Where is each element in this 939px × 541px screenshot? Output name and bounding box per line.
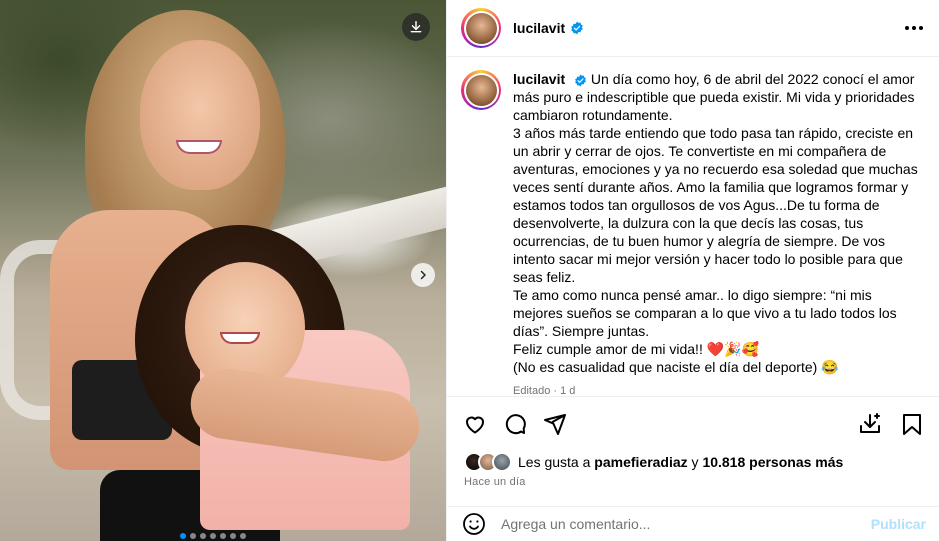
caption-paragraph-1: lucilavit Un día como hoy, 6 de abril de…: [513, 70, 924, 124]
action-bar-right: [856, 410, 926, 438]
emoji-button[interactable]: [461, 511, 487, 537]
caption-text: lucilavit Un día como hoy, 6 de abril de…: [513, 70, 924, 396]
download-button[interactable]: [402, 13, 430, 41]
more-dot: [905, 26, 909, 30]
caption-paragraph-2: 3 años más tarde entiendo que todo pasa …: [513, 125, 918, 285]
post-time[interactable]: Hace un día: [464, 476, 526, 488]
save-to-collection-button[interactable]: [856, 410, 884, 438]
liker-avatar: [492, 452, 512, 472]
instagram-post: lucilavit lucilavit Un día como hoy, 6 d…: [0, 0, 939, 541]
comment-bar: Publicar: [447, 506, 939, 541]
likes-user[interactable]: pamefieradiaz: [594, 454, 687, 470]
caption-avatar[interactable]: [461, 70, 501, 396]
more-dot: [919, 26, 923, 30]
post-photo[interactable]: [0, 0, 446, 541]
likes-prefix: Les gusta a: [518, 454, 591, 470]
carousel-dot: [210, 533, 216, 539]
photo-mom-smile: [176, 140, 222, 154]
avatar-ring: [461, 70, 501, 110]
publish-button[interactable]: Publicar: [871, 516, 926, 532]
comment-icon: [505, 413, 526, 434]
edited-timestamp: Editado · 1 d: [513, 385, 576, 396]
carousel-dot: [240, 533, 246, 539]
verified-badge-icon: [574, 74, 587, 87]
more-dot: [912, 26, 916, 30]
likes-count[interactable]: 10.818 personas más: [702, 454, 843, 470]
caption-paragraph-3: Te amo como nunca pensé amar.. lo digo s…: [513, 287, 897, 339]
bookmark-button[interactable]: [898, 410, 926, 438]
comment-input[interactable]: [501, 516, 861, 532]
avatar[interactable]: [461, 8, 501, 48]
liker-avatars[interactable]: [464, 452, 512, 472]
emoji-icon: [463, 513, 485, 535]
bookmark-icon: [903, 413, 921, 435]
chevron-right-icon: [420, 270, 426, 280]
share-button[interactable]: [541, 410, 569, 438]
carousel-next-button[interactable]: [411, 263, 435, 287]
save-to-collection-icon: [860, 412, 880, 433]
avatar-image: [465, 74, 497, 106]
comment-button[interactable]: [501, 410, 529, 438]
carousel-dot: [220, 533, 226, 539]
share-icon: [544, 413, 566, 435]
heart-icon: [466, 416, 484, 433]
likes-summary: Les gusta a pamefieradiaz y 10.818 perso…: [464, 452, 843, 472]
avatar-inner: [463, 10, 499, 46]
caption-area: lucilavit Un día como hoy, 6 de abril de…: [447, 58, 939, 396]
avatar-image: [465, 12, 497, 44]
carousel-dot: [190, 533, 196, 539]
avatar-inner: [463, 72, 499, 108]
verified-badge-icon: [570, 21, 584, 35]
action-bar: [447, 396, 939, 450]
download-icon: [410, 21, 422, 33]
caption-paragraph-4: Feliz cumple amor de mi vida!! ❤️🎉🥰: [513, 341, 760, 357]
photo-mom-face: [140, 40, 260, 190]
caption-paragraph-5: (No es casualidad que naciste el día del…: [513, 359, 839, 375]
header-username[interactable]: lucilavit: [513, 20, 565, 36]
like-button[interactable]: [461, 410, 489, 438]
post-header: lucilavit: [447, 0, 939, 57]
more-options-button[interactable]: [905, 26, 923, 30]
carousel-dot: [230, 533, 236, 539]
carousel-dots: [180, 533, 246, 539]
post-side-panel: lucilavit lucilavit Un día como hoy, 6 d…: [446, 0, 939, 541]
caption-username[interactable]: lucilavit: [513, 71, 565, 87]
likes-connector: y: [691, 454, 699, 470]
carousel-dot: [200, 533, 206, 539]
carousel-dot: [180, 533, 186, 539]
photo-girl-smile: [220, 332, 260, 344]
